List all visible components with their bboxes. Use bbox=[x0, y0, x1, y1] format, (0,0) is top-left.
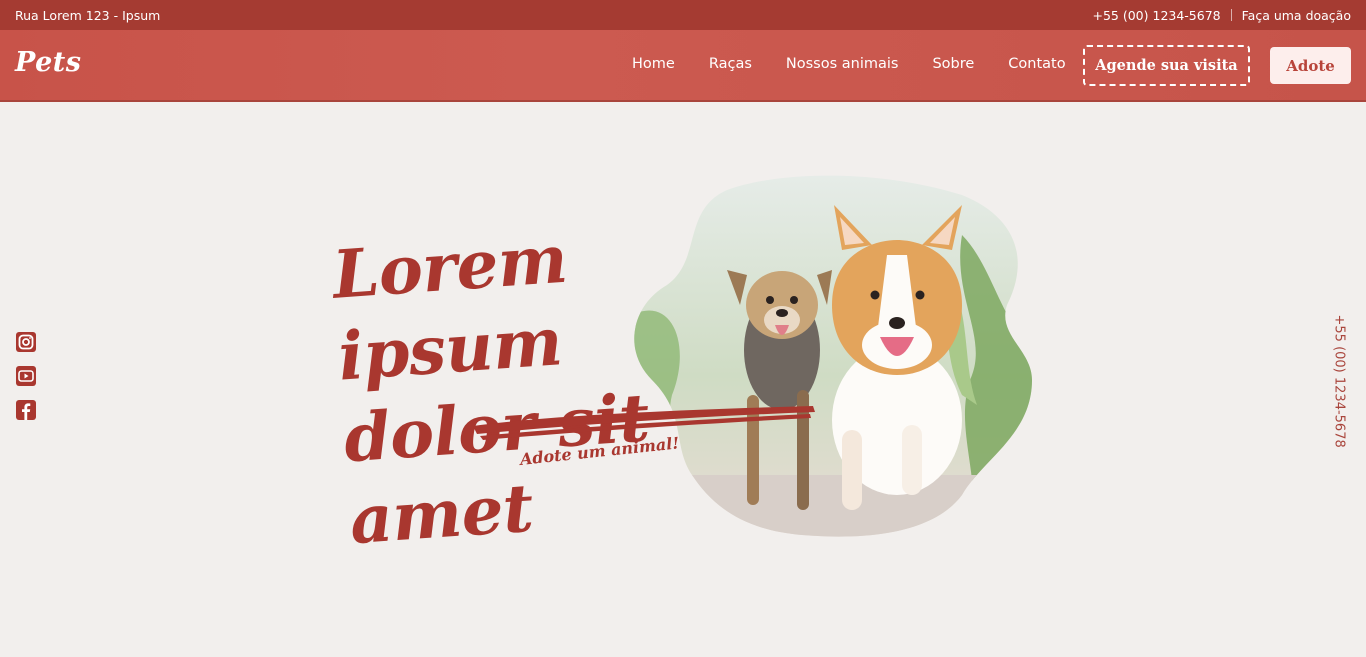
donate-link[interactable]: Faça uma doação bbox=[1242, 8, 1351, 23]
logo[interactable]: Pets bbox=[15, 47, 81, 78]
address-text: Rua Lorem 123 - Ipsum bbox=[15, 7, 161, 23]
hero-title-line2: dolor sit amet bbox=[341, 378, 652, 560]
schedule-visit-button[interactable]: Agende sua visita bbox=[1083, 45, 1250, 86]
social-links bbox=[15, 331, 37, 421]
nav-nossos-animais[interactable]: Nossos animais bbox=[786, 56, 899, 72]
instagram-icon[interactable] bbox=[15, 331, 37, 353]
nav-contato[interactable]: Contato bbox=[1008, 56, 1065, 72]
facebook-icon[interactable] bbox=[15, 399, 37, 421]
phone-link[interactable]: +55 (00) 1234-5678 bbox=[1093, 8, 1221, 23]
divider bbox=[1230, 9, 1232, 21]
nav-sobre[interactable]: Sobre bbox=[932, 56, 974, 72]
adopt-button[interactable]: Adote bbox=[1270, 47, 1351, 84]
main-header: Pets Home Raças Nossos animais Sobre Con… bbox=[0, 30, 1366, 102]
nav-home[interactable]: Home bbox=[632, 56, 675, 72]
main-nav: Home Raças Nossos animais Sobre Contato bbox=[620, 56, 1100, 72]
side-phone[interactable]: +55 (00) 1234-5678 bbox=[1332, 315, 1347, 448]
top-bar-right: +55 (00) 1234-5678 Faça uma doação bbox=[1093, 8, 1352, 23]
hero-title-line1: Lorem ipsum bbox=[330, 219, 570, 396]
youtube-icon[interactable] bbox=[15, 365, 37, 387]
nav-racas[interactable]: Raças bbox=[709, 56, 752, 72]
top-bar: Rua Lorem 123 - Ipsum +55 (00) 1234-5678… bbox=[0, 0, 1366, 30]
hero-title: Lorem ipsum dolor sit amet bbox=[330, 201, 822, 561]
